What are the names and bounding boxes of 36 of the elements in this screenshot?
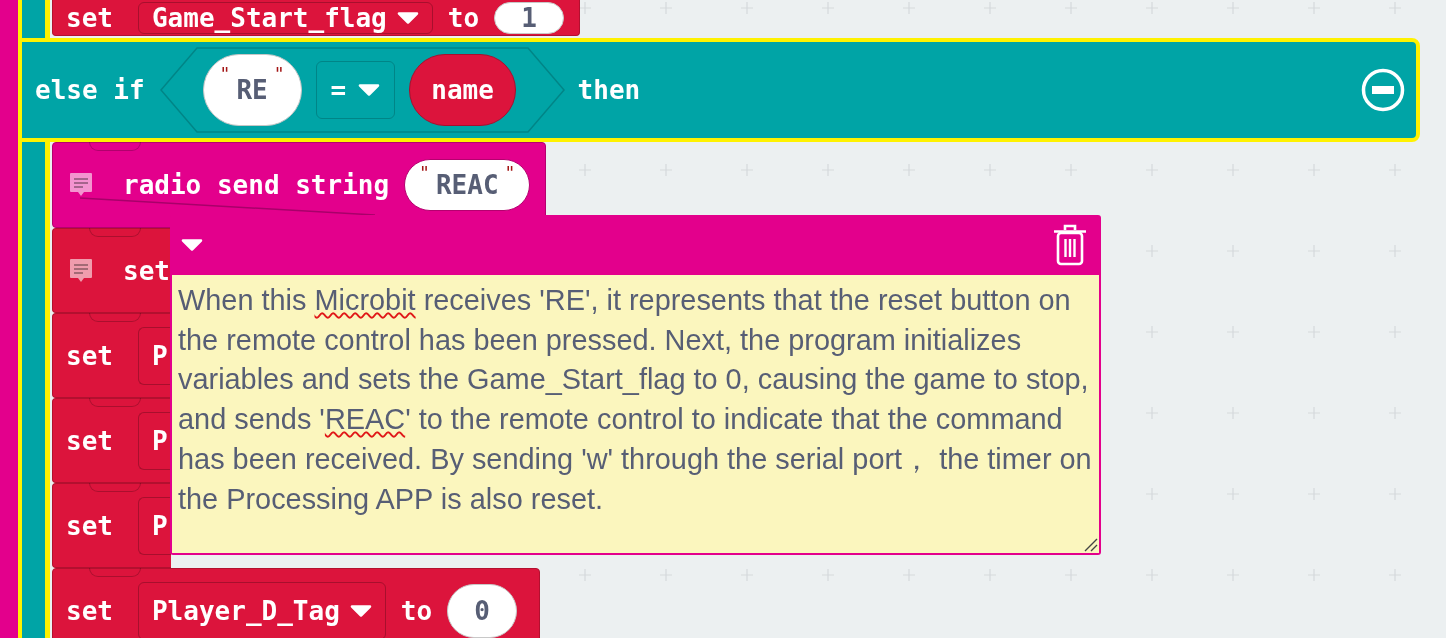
variable-dropdown[interactable]: P [137,496,171,555]
string-field[interactable]: " REAC " [404,159,531,211]
set-variable-block[interactable]: set P [52,483,171,568]
block-label: set [66,595,113,626]
number-field[interactable]: 1 [494,1,565,34]
caret-icon [358,84,381,96]
resize-handle-icon[interactable] [1084,538,1098,552]
comment-textarea[interactable]: When this Microbit receives 'RE', it represents that the reset button on the remote control has been pressed. Next, the program initializes variables and sets the Game_Start_flag to 0, causing the game to stop, and sends 'REAC' to the remote control to indicate that the command has been received. By sending 'w' through the serial port， the timer on the Processing APP is also reset. [172,275,1099,553]
block-label: set [123,255,170,286]
variable-dropdown[interactable]: Game_Start_flag [137,1,433,34]
set-variable-block[interactable]: set Player_D_Tag to 0 [52,568,540,638]
block-label: to [400,595,433,626]
block-label: set [66,2,113,33]
block-label: radio send string [123,170,390,200]
set-variable-block[interactable]: set P [52,398,171,483]
comment-dialog[interactable] [170,215,1101,555]
set-variable-block[interactable]: set Game_Start_flag to 1 [52,0,581,36]
set-variable-block[interactable]: set P [52,313,171,398]
block-label: set [66,425,113,456]
number-field[interactable]: 0 [447,583,518,638]
trash-icon[interactable] [1052,224,1088,266]
comment-icon[interactable] [69,257,93,284]
caret-icon[interactable] [181,239,203,251]
block-label: set [66,340,113,371]
else-if-row[interactable]: else if " RE " = name then [18,38,1420,142]
variable-dropdown[interactable]: P [137,326,171,385]
set-variable-block[interactable]: set [52,228,170,313]
comparison-block[interactable]: " RE " = name [159,47,565,133]
block-label: set [66,510,113,541]
block-label: to [447,2,480,33]
block-label: else if [35,75,145,105]
block-label: then [577,75,641,105]
operator-dropdown[interactable]: = [315,61,396,119]
minus-circle-icon[interactable] [1361,68,1405,112]
variable-dropdown[interactable]: Player_D_Tag [137,581,386,638]
variable-dropdown[interactable]: P [137,411,171,470]
